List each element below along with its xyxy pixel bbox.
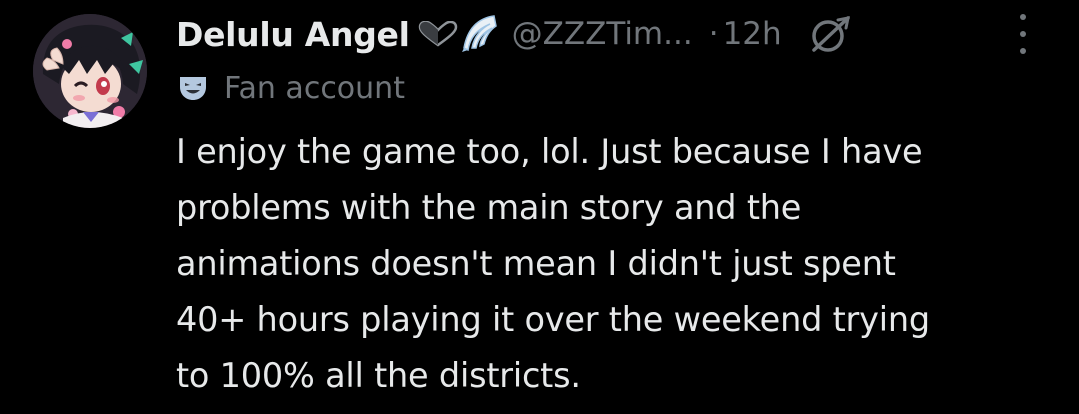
timestamp[interactable]: 12h bbox=[723, 16, 782, 52]
more-options-icon[interactable] bbox=[1008, 14, 1038, 54]
heart-icon bbox=[418, 21, 457, 47]
name-badges bbox=[418, 14, 498, 54]
display-name[interactable]: Delulu Angel bbox=[176, 15, 410, 54]
account-label: Fan account bbox=[178, 66, 405, 110]
author-handle[interactable]: @ZZZTim... bbox=[512, 16, 693, 52]
theater-mask-icon bbox=[180, 77, 206, 100]
grok-icon[interactable] bbox=[808, 14, 852, 54]
avatar-image bbox=[33, 14, 147, 128]
meta-separator: · bbox=[708, 16, 719, 52]
tweet-header: Delulu Angel @ZZZTim... · 12h bbox=[176, 8, 852, 60]
label-text: Fan account bbox=[224, 70, 405, 106]
tweet-text: I enjoy the game too, lol. Just because … bbox=[176, 132, 930, 395]
wing-icon bbox=[461, 15, 497, 52]
avatar[interactable] bbox=[33, 14, 147, 128]
tweet[interactable]: Delulu Angel @ZZZTim... · 12h Fan accoun… bbox=[0, 0, 1079, 414]
